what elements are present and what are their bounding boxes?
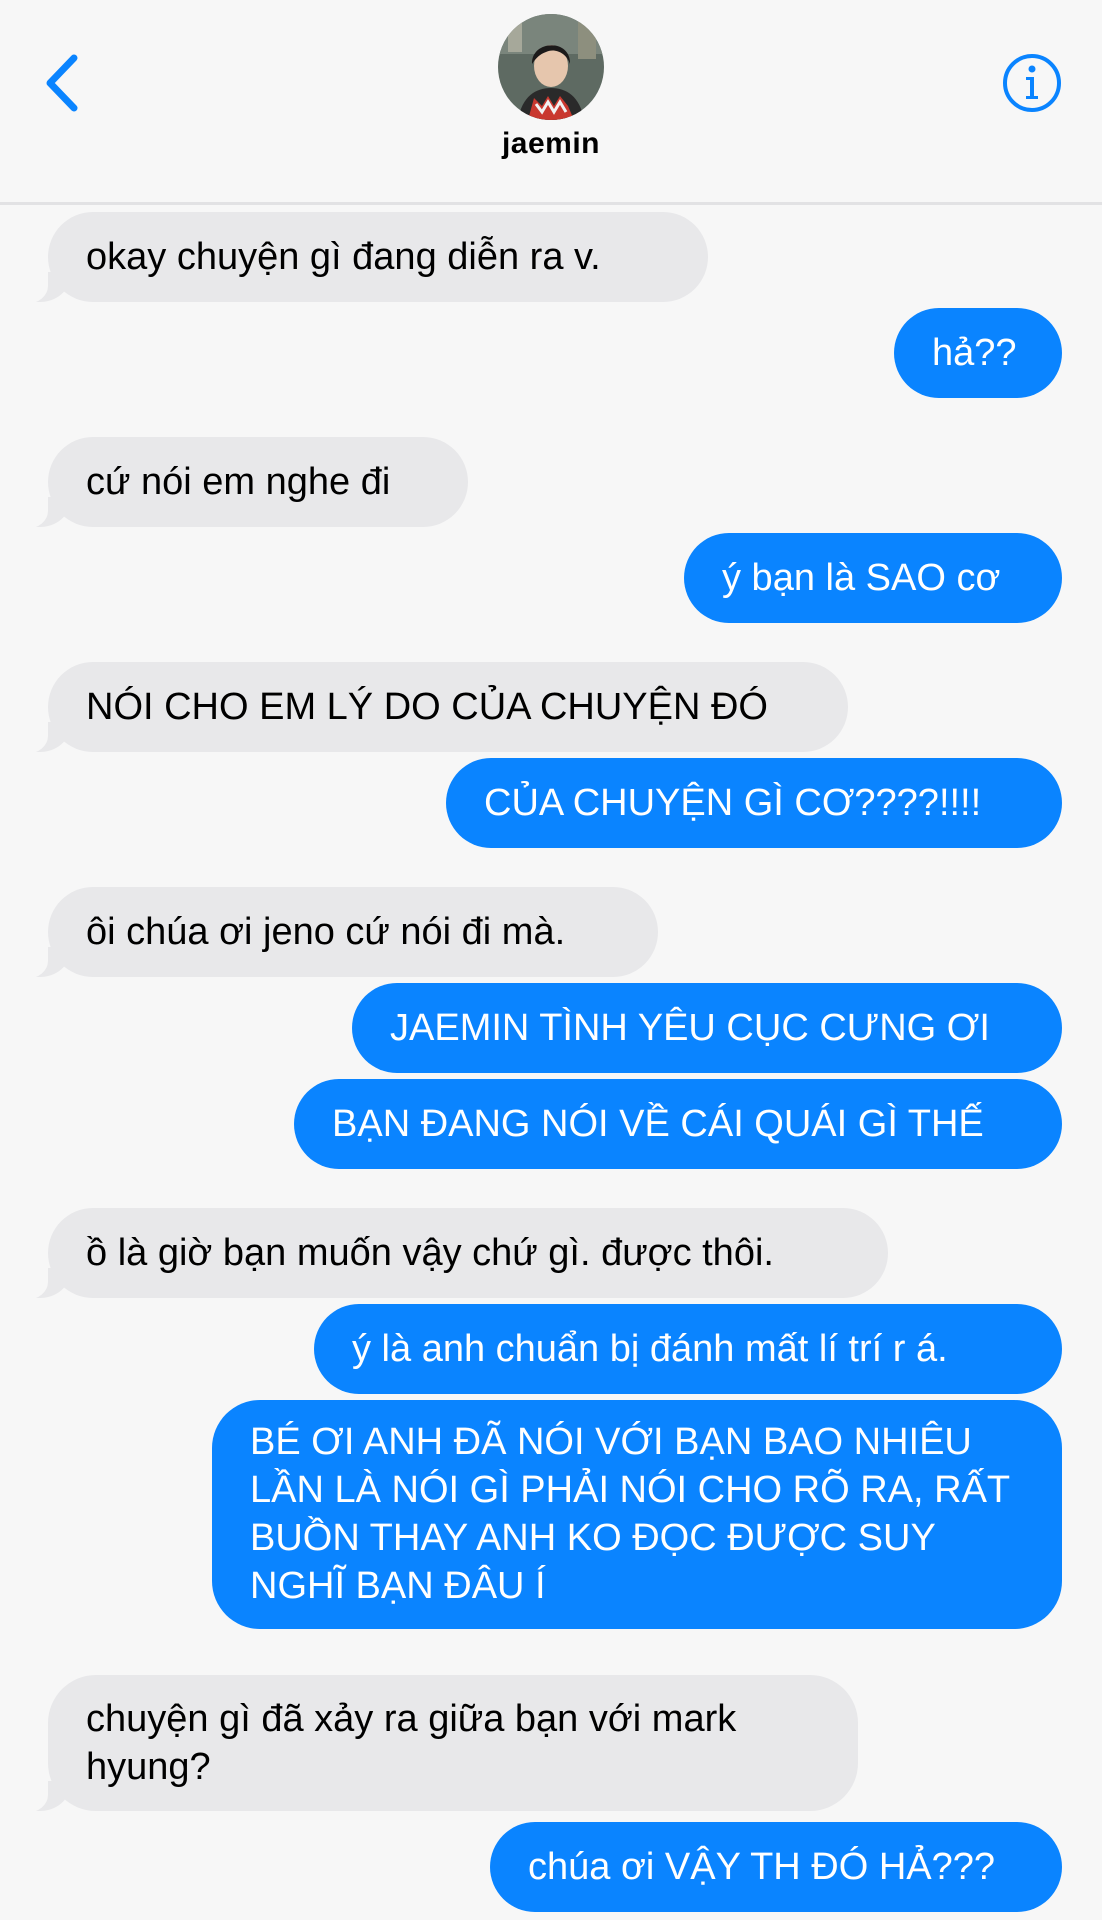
message-bubble-sent[interactable]: ý bạn là SAO cơ bbox=[684, 533, 1062, 623]
message-text: chuyện gì đã xảy ra giữa bạn với mark hy… bbox=[86, 1698, 737, 1788]
message-thread[interactable]: okay chuyện gì đang diễn ra v. hả?? cứ n… bbox=[0, 205, 1102, 1920]
message-text: BÉ ƠI ANH ĐÃ NÓI VỚI BẠN BAO NHIÊU LẦN L… bbox=[250, 1421, 1010, 1607]
message-bubble-received[interactable]: ồ là giờ bạn muốn vậy chứ gì. được thôi. bbox=[18, 1208, 888, 1300]
message-bubble-sent[interactable]: ý là anh chuẩn bị đánh mất lí trí r á. bbox=[314, 1304, 1062, 1394]
info-button[interactable] bbox=[1001, 52, 1063, 114]
message-bubble-sent[interactable]: chúa ơi VẬY TH ĐÓ HẢ??? bbox=[490, 1822, 1062, 1912]
message-bubble-sent[interactable]: hả?? bbox=[894, 308, 1062, 398]
message-bubble-received[interactable]: chuyện gì đã xảy ra giữa bạn với mark hy… bbox=[18, 1675, 858, 1813]
chevron-left-icon bbox=[46, 54, 78, 112]
info-icon bbox=[1003, 54, 1061, 112]
message-bubble-received[interactable]: cứ nói em nghe đi bbox=[18, 437, 468, 529]
message-bubble-sent[interactable]: BÉ ƠI ANH ĐÃ NÓI VỚI BẠN BAO NHIÊU LẦN L… bbox=[212, 1400, 1062, 1629]
back-button[interactable] bbox=[40, 48, 100, 118]
message-bubble-sent[interactable]: CỦA CHUYỆN GÌ CƠ????!!!! bbox=[446, 758, 1062, 848]
avatar[interactable] bbox=[498, 14, 604, 120]
message-bubble-received[interactable]: NÓI CHO EM LÝ DO CỦA CHUYỆN ĐÓ bbox=[18, 662, 848, 754]
contact-name: jaemin bbox=[501, 127, 601, 160]
message-bubble-received[interactable]: okay chuyện gì đang diễn ra v. bbox=[18, 212, 708, 304]
message-bubble-received[interactable]: ôi chúa ơi jeno cứ nói đi mà. bbox=[18, 887, 658, 979]
message-bubble-sent[interactable]: JAEMIN TÌNH YÊU CỤC CƯNG ƠI bbox=[352, 983, 1062, 1073]
conversation-header: jaemin bbox=[0, 0, 1102, 205]
message-bubble-sent[interactable]: BẠN ĐANG NÓI VỀ CÁI QUÁI GÌ THẾ bbox=[294, 1079, 1062, 1169]
